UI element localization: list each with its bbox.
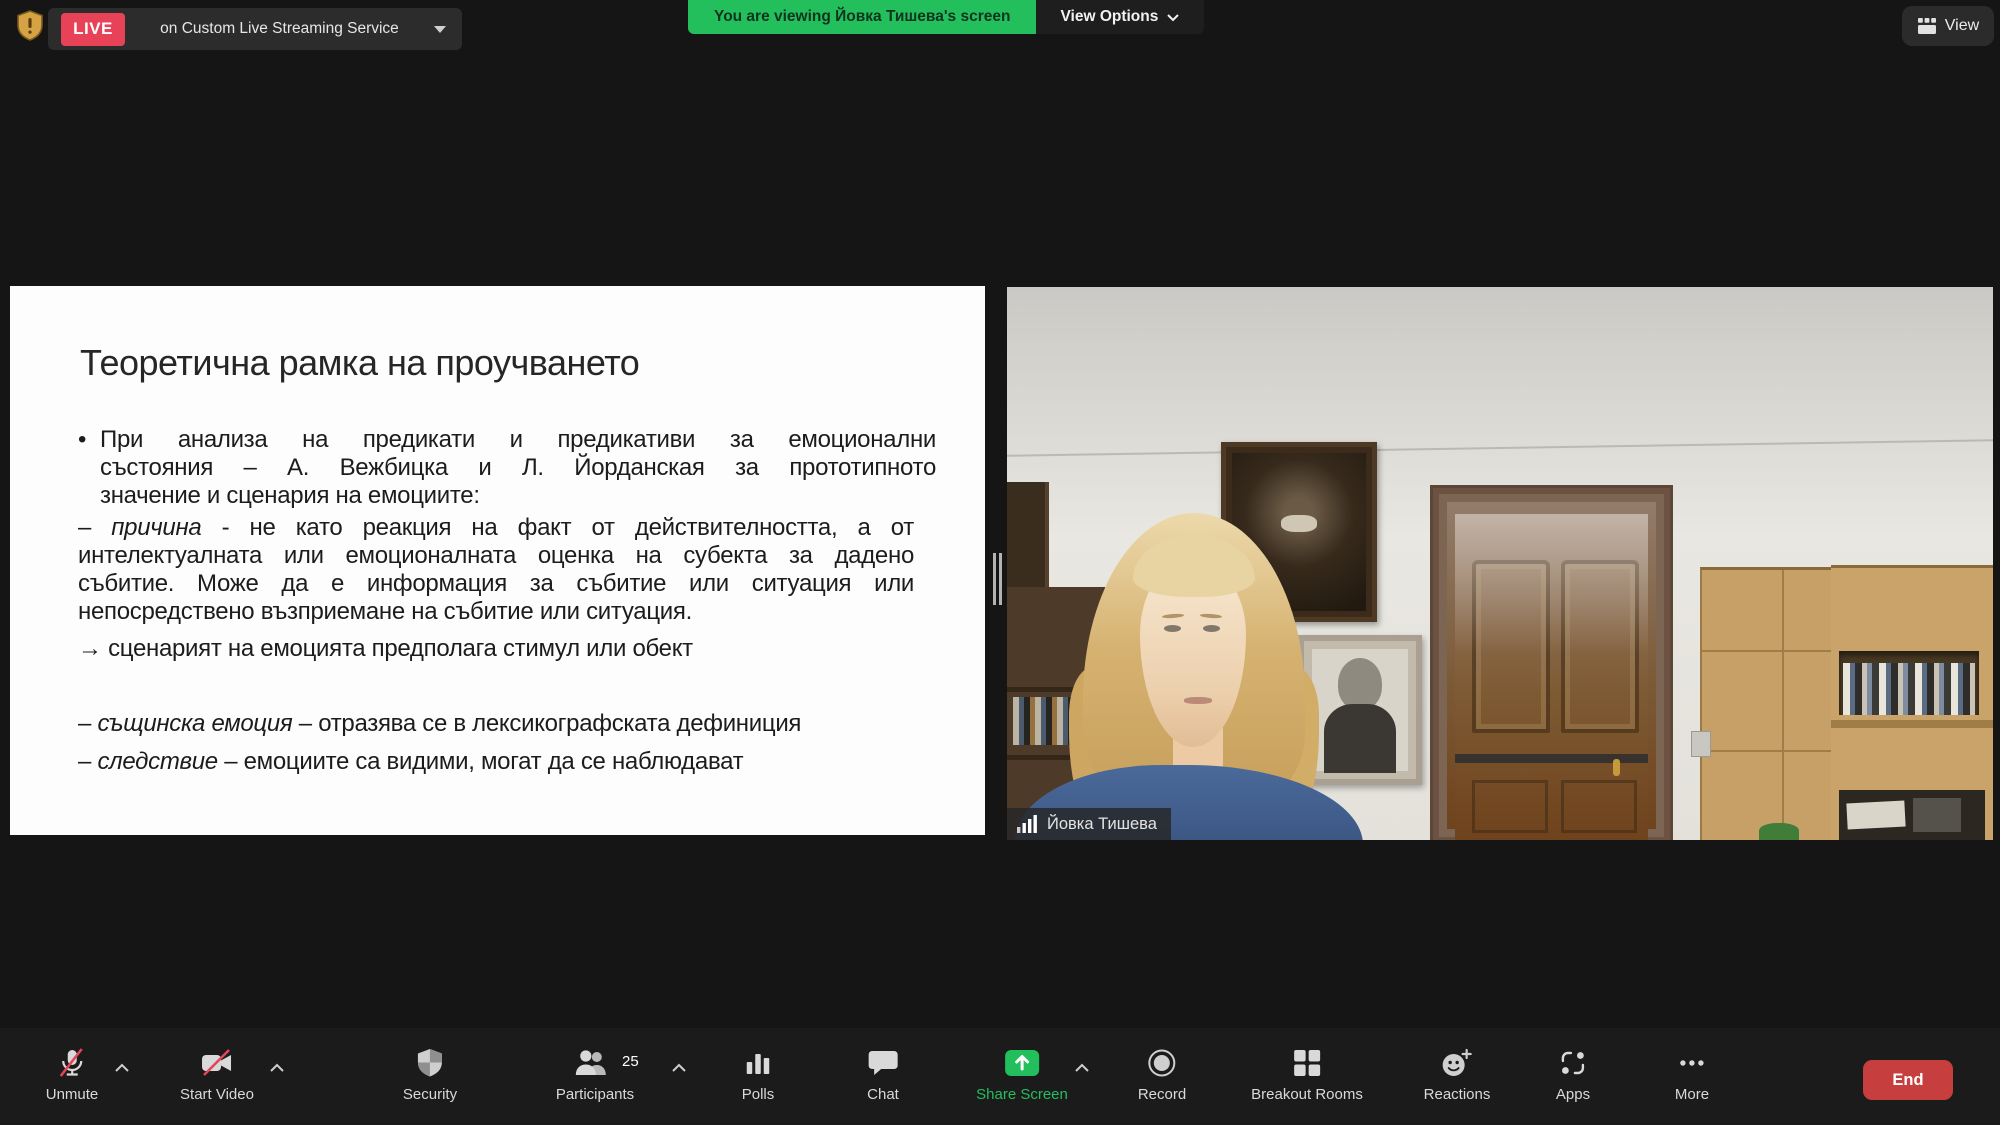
participants-icon — [575, 1047, 615, 1079]
share-screen-button[interactable]: Share Screen — [976, 1047, 1068, 1103]
view-options-label: View Options — [1060, 8, 1158, 26]
live-badge: LIVE — [61, 13, 125, 46]
reactions-button[interactable]: Reactions — [1424, 1047, 1491, 1103]
audio-signal-icon — [1017, 815, 1039, 833]
security-button[interactable]: Security — [403, 1047, 457, 1103]
apps-icon — [1559, 1047, 1587, 1079]
live-service-label: on Custom Live Streaming Service — [125, 20, 434, 38]
share-options-chevron[interactable] — [1074, 1060, 1090, 1078]
breakout-grid-icon — [1293, 1047, 1321, 1079]
start-video-button[interactable]: Start Video — [180, 1047, 254, 1103]
bar-chart-icon — [744, 1047, 771, 1079]
bookshelf — [1831, 565, 1993, 840]
microphone-muted-icon — [56, 1047, 88, 1079]
wall-wire — [1007, 439, 1993, 457]
slide-bullet-paragraph: • При анализа на предикати и предикативи… — [78, 426, 936, 510]
shield-icon — [416, 1047, 444, 1079]
books — [1843, 663, 1975, 715]
more-button[interactable]: More — [1675, 1047, 1709, 1103]
viewing-screen-banner: You are viewing Йовка Тишева's screen — [688, 0, 1036, 34]
record-button[interactable]: Record — [1138, 1047, 1186, 1103]
slide-title: Теоретична рамка на проучването — [80, 342, 639, 384]
gallery-view-icon — [1917, 17, 1937, 35]
slide-prichina-paragraph: – причина - не като реакция на факт от д… — [78, 514, 914, 626]
chat-button[interactable]: Chat — [867, 1047, 899, 1103]
record-icon — [1147, 1047, 1177, 1079]
view-button[interactable]: View — [1902, 6, 1994, 46]
slide-arrow-line: → сценарият на емоцията предполага стиму… — [78, 635, 914, 663]
zoom-meeting-window: LIVE on Custom Live Streaming Service Yo… — [0, 0, 2000, 1125]
share-screen-icon — [1003, 1047, 1041, 1079]
polls-button[interactable]: Polls — [742, 1047, 775, 1103]
participants-options-chevron[interactable] — [671, 1060, 687, 1078]
live-stream-dropdown[interactable]: LIVE on Custom Live Streaming Service — [48, 8, 462, 50]
light-switch — [1691, 731, 1711, 757]
end-meeting-button[interactable]: End — [1863, 1060, 1953, 1100]
view-button-label: View — [1945, 17, 1979, 35]
participants-count: 25 — [622, 1053, 639, 1070]
pane-divider-handle[interactable] — [985, 286, 1007, 835]
breakout-rooms-button[interactable]: Breakout Rooms — [1251, 1047, 1363, 1103]
chat-bubble-icon — [868, 1047, 898, 1079]
wooden-cabinet — [1700, 567, 1833, 840]
participant-video-tile: Йовка Тишева — [1007, 287, 1993, 840]
chevron-down-icon — [1166, 13, 1180, 22]
more-dots-icon — [1677, 1047, 1707, 1079]
dropdown-arrow-icon — [434, 26, 446, 33]
security-shield-warning-icon[interactable] — [16, 10, 44, 47]
camera-off-icon — [199, 1047, 235, 1079]
unmute-options-chevron[interactable] — [114, 1060, 130, 1078]
slide-sledstvie-line: – следствие – емоциите са видими, могат … — [78, 748, 914, 776]
apps-button[interactable]: Apps — [1556, 1047, 1590, 1103]
bullet-marker: • — [78, 426, 86, 454]
video-options-chevron[interactable] — [269, 1060, 285, 1078]
participant-name-tag: Йовка Тишева — [1007, 808, 1171, 840]
plant — [1759, 823, 1799, 840]
view-options-dropdown[interactable]: View Options — [1036, 0, 1204, 34]
wooden-door — [1430, 485, 1673, 840]
reactions-smiley-icon — [1441, 1047, 1473, 1079]
shared-screen-slide: Теоретична рамка на проучването • При ан… — [10, 286, 987, 835]
unmute-button[interactable]: Unmute — [46, 1047, 99, 1103]
participant-name: Йовка Тишева — [1047, 815, 1157, 834]
slide-sashtinska-line: – същинска емоция – отразява се в лексик… — [78, 710, 914, 738]
